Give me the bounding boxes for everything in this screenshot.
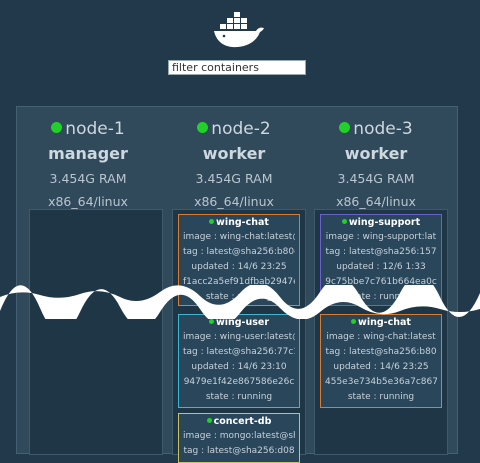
- container-name: concert-db: [213, 416, 272, 427]
- container-name: wing-support: [348, 217, 421, 228]
- status-running-icon: [351, 319, 357, 324]
- node-1-containers: [29, 209, 163, 455]
- node-ram: 3.454G RAM: [49, 171, 127, 186]
- node-arch: x86_64/linux: [48, 194, 128, 209]
- filter-containers-input[interactable]: [168, 60, 306, 75]
- container-tag: tag : latest@sha256:b80: [325, 347, 437, 357]
- status-running-icon: [341, 219, 347, 224]
- container-tag: tag : latest@sha256:b80e: [183, 247, 295, 257]
- node-name: node-3: [353, 119, 413, 139]
- container-state: state : running: [205, 392, 273, 402]
- docker-whale-icon: [214, 12, 264, 48]
- container-tag: tag : latest@sha256:77c1: [183, 347, 295, 357]
- container-image: image : wing-support:lat: [325, 232, 437, 242]
- container-image: image : wing-user:latest@: [183, 332, 295, 342]
- node-role: manager: [48, 144, 128, 163]
- container-image: image : wing-chat:latest@: [183, 232, 295, 242]
- status-running-icon: [208, 319, 214, 324]
- container-updated: updated : 14/6 23:10: [191, 362, 287, 372]
- node-role: worker: [202, 144, 266, 163]
- container-image: image : mongo:latest@sha: [183, 431, 295, 441]
- container-updated: updated : 14/6 23:25: [191, 262, 287, 272]
- container-updated: updated : 12/6 1:33: [336, 262, 426, 272]
- container-card[interactable]: wing-chat image : wing-chat:latest tag :…: [320, 314, 442, 408]
- swarm-visualizer-panel: node-1 manager 3.454G RAM x86_64/linux n…: [16, 106, 458, 463]
- status-online-icon: [197, 122, 209, 133]
- container-card[interactable]: concert-db image : mongo:latest@sha tag …: [178, 413, 300, 463]
- container-card[interactable]: wing-user image : wing-user:latest@ tag …: [178, 314, 300, 408]
- container-id: 9479e1f42e867586e26c: [183, 377, 295, 387]
- node-ram: 3.454G RAM: [195, 171, 273, 186]
- node-arch: x86_64/linux: [336, 194, 416, 209]
- container-tag: tag : latest@sha256:d08: [183, 446, 295, 456]
- container-name: wing-chat: [216, 217, 269, 228]
- node-role: worker: [344, 144, 408, 163]
- container-id: 455e3e734b5e36a7c867: [325, 377, 437, 387]
- node-2-containers: wing-chat image : wing-chat:latest@ tag …: [172, 209, 306, 463]
- node-arch: x86_64/linux: [194, 194, 274, 209]
- torn-edge-divider: [0, 285, 480, 319]
- node-2-header: node-2 worker 3.454G RAM x86_64/linux: [163, 107, 305, 209]
- node-3-containers: wing-support image : wing-support:lat ta…: [314, 209, 448, 455]
- container-updated: updated : 14/6 23:25: [333, 362, 429, 372]
- node-1-header: node-1 manager 3.454G RAM x86_64/linux: [17, 107, 159, 209]
- status-online-icon: [339, 122, 351, 133]
- node-ram: 3.454G RAM: [337, 171, 415, 186]
- node-3-header: node-3 worker 3.454G RAM x86_64/linux: [305, 107, 447, 209]
- status-running-icon: [209, 219, 215, 224]
- container-image: image : wing-chat:latest: [326, 332, 436, 342]
- container-tag: tag : latest@sha256:157: [325, 247, 437, 257]
- node-name: node-1: [65, 119, 125, 139]
- status-running-icon: [206, 418, 212, 423]
- node-name: node-2: [211, 119, 271, 139]
- container-state: state : running: [347, 392, 415, 402]
- status-online-icon: [51, 122, 63, 133]
